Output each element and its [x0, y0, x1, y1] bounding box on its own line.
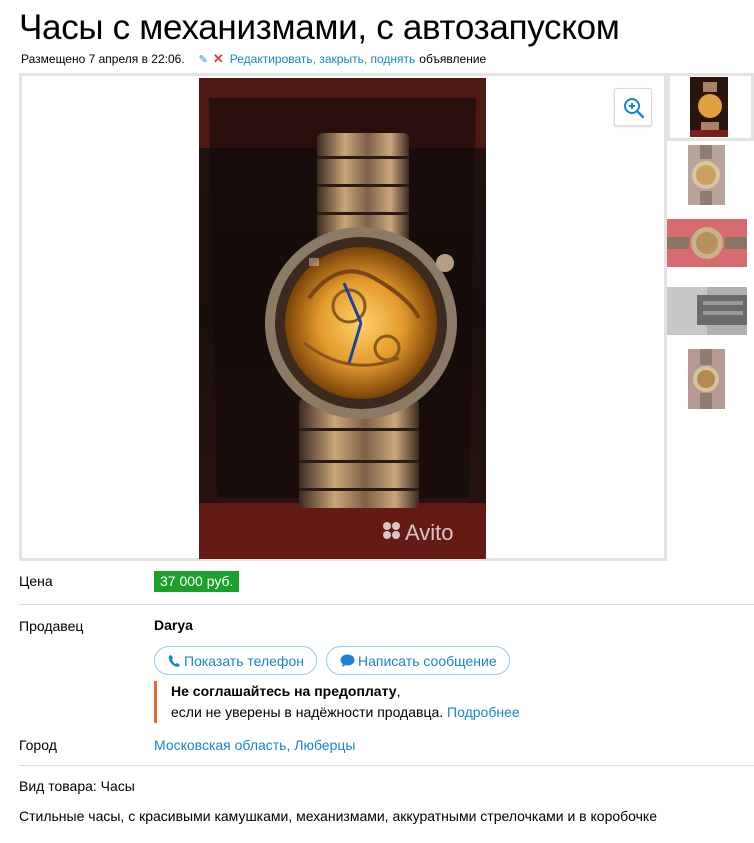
divider	[19, 604, 754, 605]
watch-photo-image: Avito	[199, 78, 486, 559]
city-label: Город	[19, 737, 57, 753]
thumbnail-5[interactable]	[688, 349, 725, 409]
main-photo[interactable]: Avito	[199, 78, 486, 559]
thumbnail-4[interactable]	[667, 287, 747, 335]
seller-label: Продавец	[19, 618, 84, 634]
zoom-in-icon	[624, 98, 645, 119]
chat-bubble-icon	[340, 654, 355, 668]
seller-name: Darya	[154, 617, 193, 633]
posted-date: Размещено 7 апреля в 22:06.	[21, 52, 185, 66]
prepayment-warning: Не соглашайтесь на предоплату, если не у…	[154, 681, 520, 723]
write-message-label: Написать сообщение	[358, 652, 497, 669]
price-value: 37 000 руб.	[154, 571, 240, 592]
delete-icon[interactable]: ✕	[213, 51, 224, 67]
pencil-icon[interactable]: ✎	[199, 53, 208, 66]
main-photo-gallery: Avito	[19, 73, 667, 561]
page-title: Часы с механизмами, с автозапуском	[19, 8, 620, 47]
thumbnail-3[interactable]	[667, 219, 747, 267]
zoom-button[interactable]	[614, 88, 652, 126]
warning-more-link[interactable]: Подробнее	[447, 704, 520, 720]
write-message-button[interactable]: Написать сообщение	[326, 646, 510, 675]
thumbnail-2[interactable]	[688, 145, 725, 205]
city-link[interactable]: Московская область, Люберцы	[154, 737, 355, 753]
item-description: Стильные часы, с красивыми камушками, ме…	[19, 808, 658, 824]
show-phone-label: Показать телефон	[184, 652, 304, 669]
divider	[19, 765, 754, 766]
item-kind: Вид товара: Часы	[19, 778, 135, 794]
warning-text: если не уверены в надёжности продавца.	[171, 704, 444, 720]
warning-headline: Не соглашайтесь на предоплату	[171, 683, 397, 699]
thumbnail-1[interactable]	[667, 73, 754, 141]
svg-text:Avito: Avito	[405, 520, 454, 545]
edit-listing-link[interactable]: Редактировать, закрыть, поднять	[230, 52, 415, 66]
show-phone-button[interactable]: Показать телефон	[154, 646, 317, 675]
edit-suffix-text: объявление	[419, 52, 487, 66]
warning-comma: ,	[396, 683, 401, 699]
phone-icon	[168, 654, 181, 668]
price-label: Цена	[19, 573, 53, 589]
listing-meta: Размещено 7 апреля в 22:06. ✎ ✕ Редактир…	[21, 51, 486, 67]
